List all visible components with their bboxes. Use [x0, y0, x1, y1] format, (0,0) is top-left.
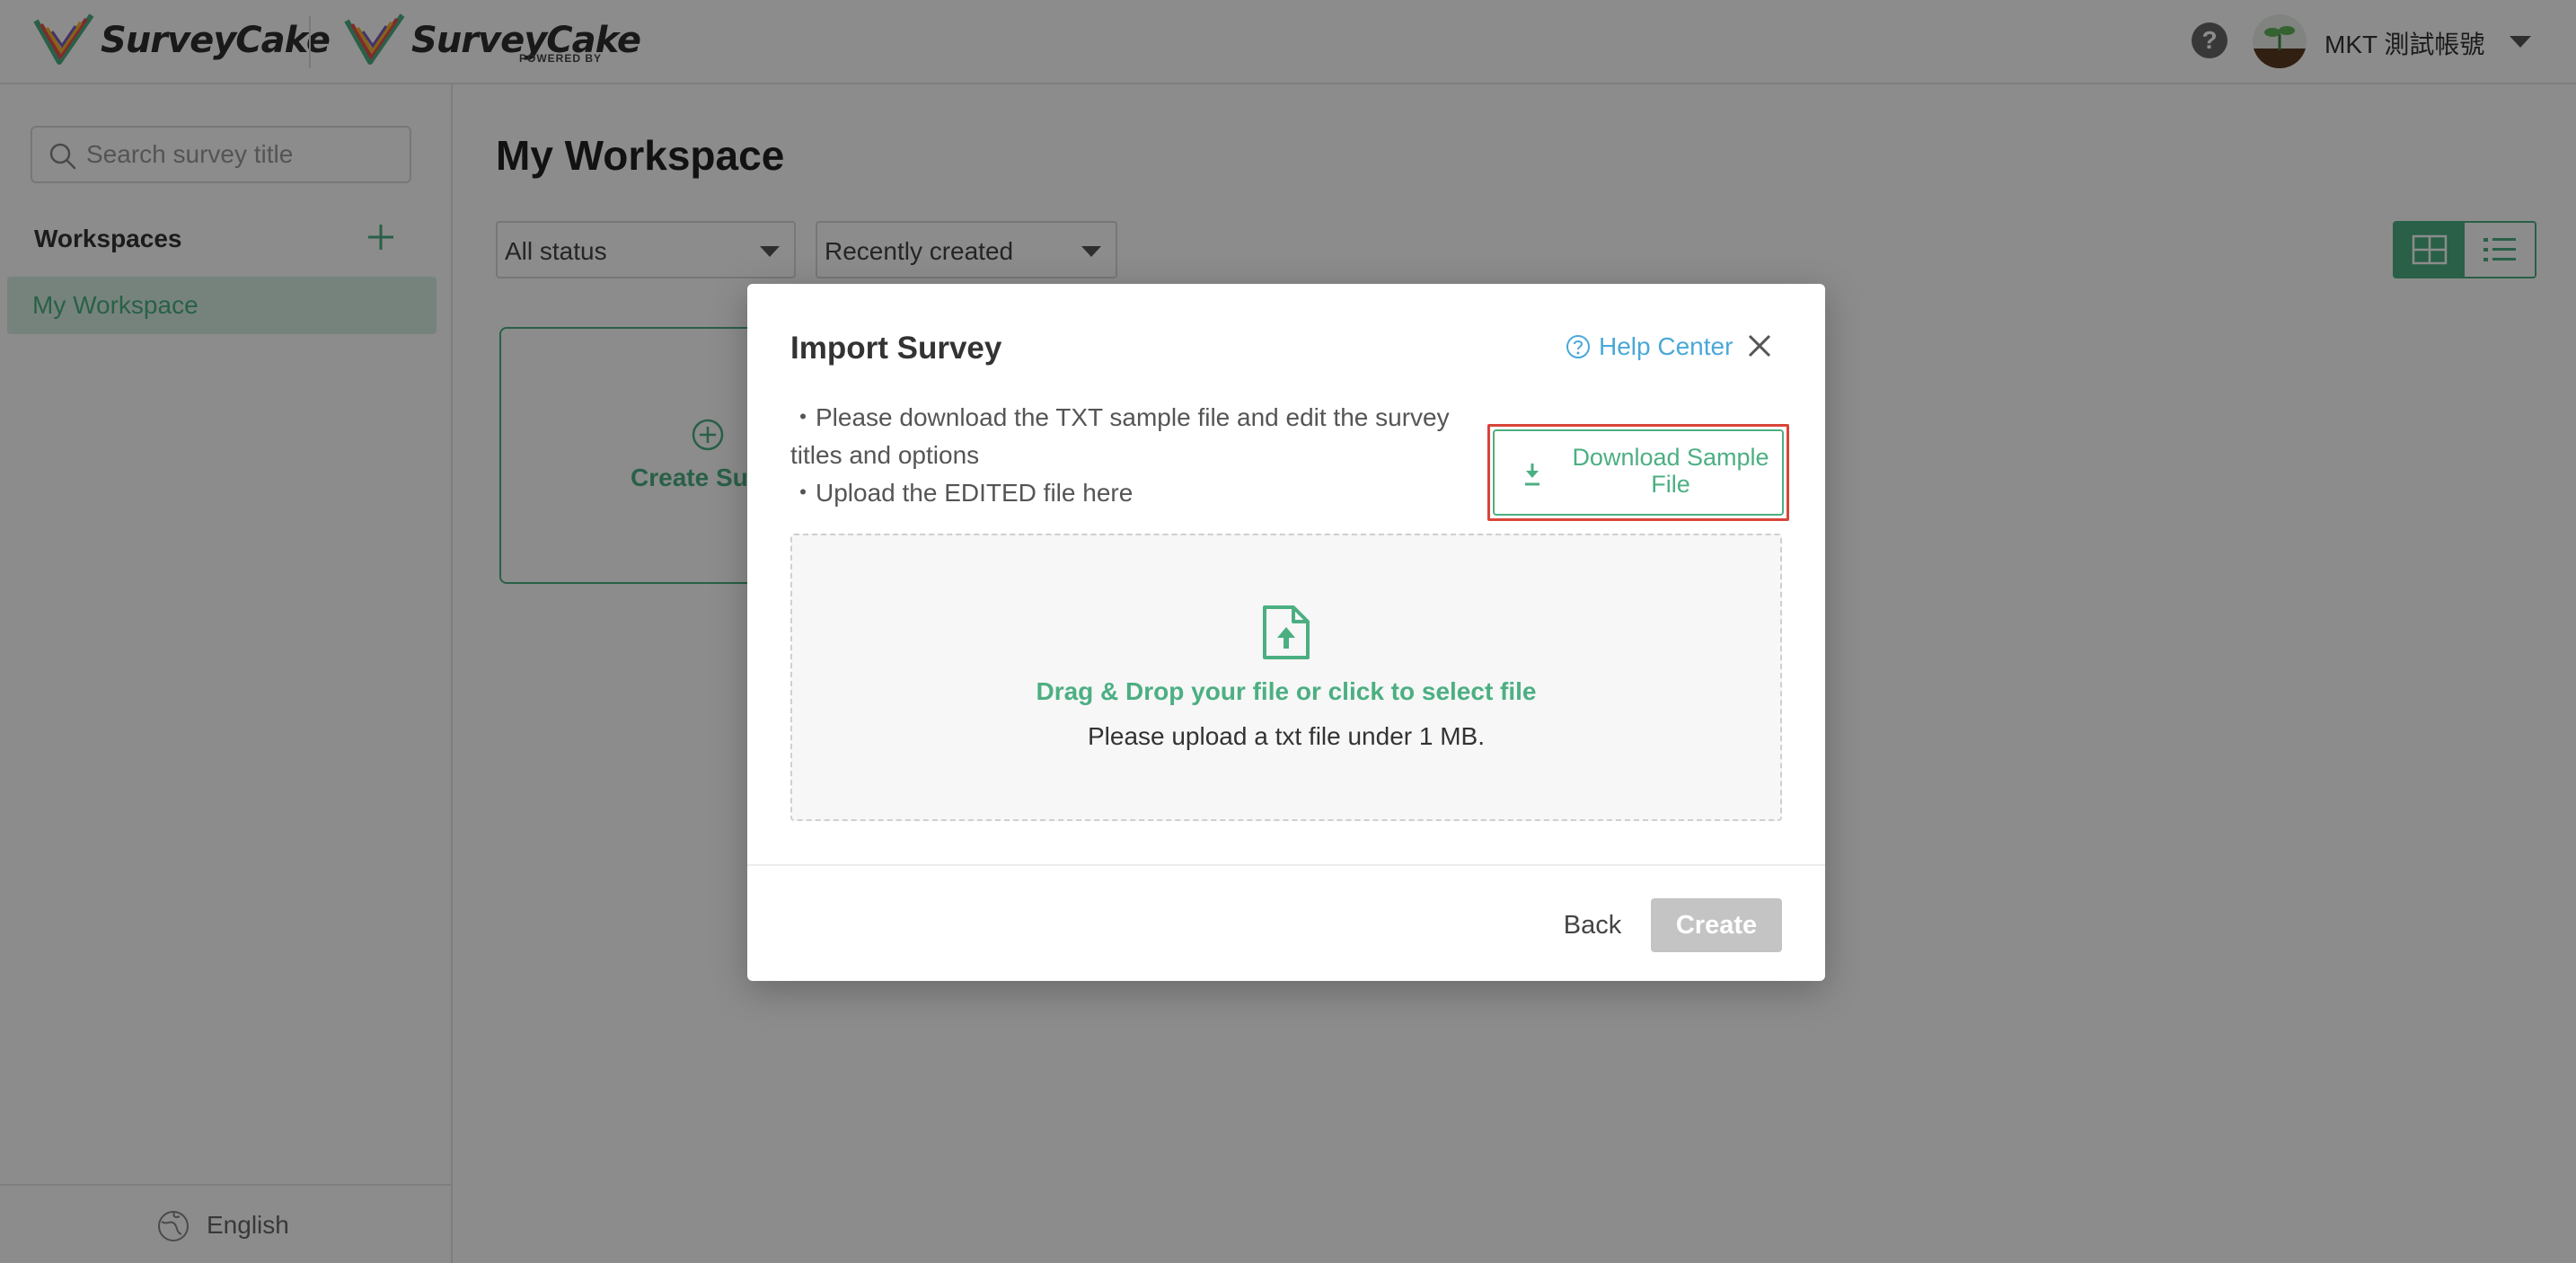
close-icon[interactable] — [1744, 331, 1775, 361]
create-button[interactable]: Create — [1651, 898, 1782, 952]
dropzone-title: Drag & Drop your file or click to select… — [1036, 677, 1537, 705]
import-survey-dialog: Import Survey Help Center ・Please downlo… — [747, 284, 1825, 981]
help-center-link[interactable]: Help Center — [1565, 332, 1733, 361]
download-sample-file-button[interactable]: Download Sample File — [1493, 429, 1784, 516]
dialog-title: Import Survey — [790, 331, 1002, 366]
download-icon — [1525, 464, 1539, 486]
import-instructions: ・Please download the TXT sample file and… — [790, 399, 1473, 512]
question-circle-icon — [1566, 335, 1590, 358]
file-dropzone[interactable]: Drag & Drop your file or click to select… — [790, 534, 1782, 821]
instruction-line: ・Please download the TXT sample file and… — [790, 403, 1450, 469]
dropzone-hint: Please upload a txt file under 1 MB. — [1087, 722, 1486, 750]
back-button[interactable]: Back — [1534, 898, 1651, 952]
download-sample-file-label: Download Sample File — [1572, 444, 1769, 498]
help-center-label: Help Center — [1599, 332, 1734, 360]
file-upload-icon — [1263, 605, 1310, 659]
dialog-footer-divider — [747, 864, 1825, 866]
instruction-line: ・Upload the EDITED file here — [790, 479, 1134, 507]
